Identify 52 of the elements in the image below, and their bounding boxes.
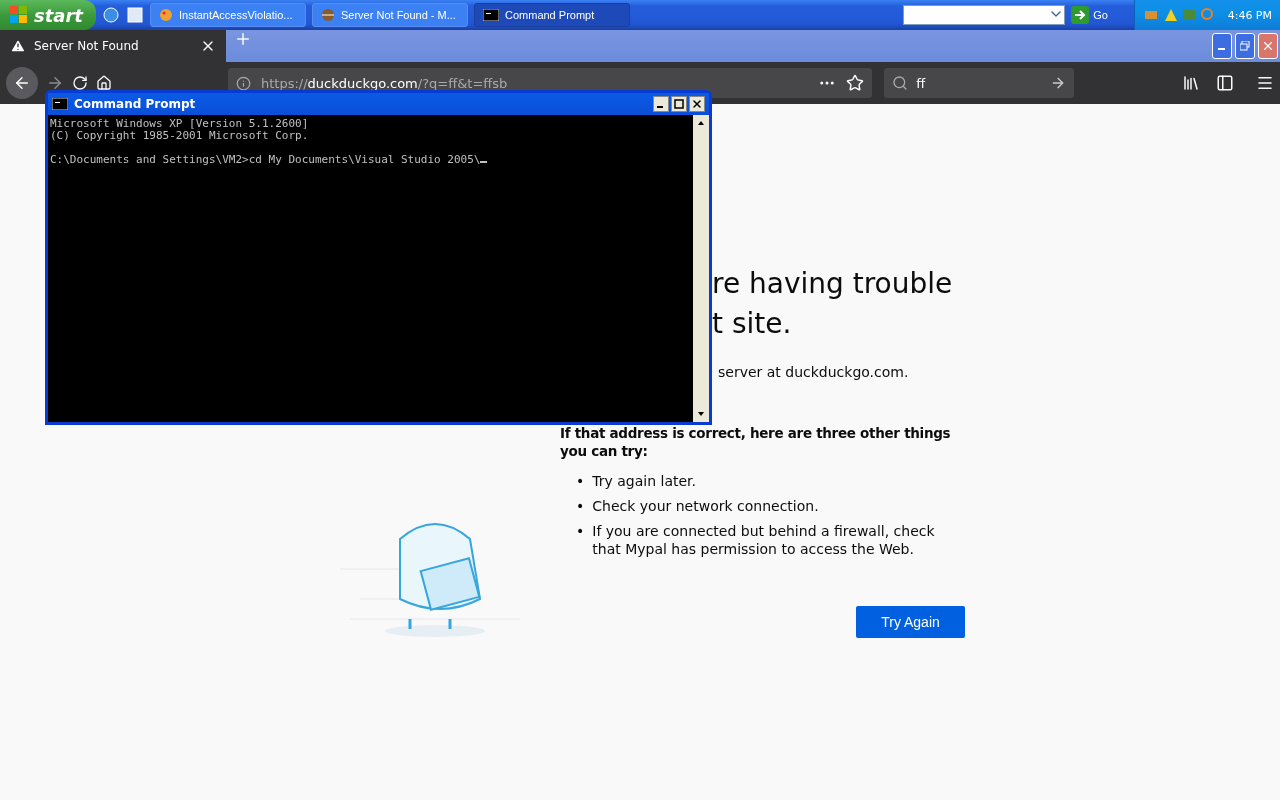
console-line: Microsoft Windows XP [Version 5.1.2600]: [50, 117, 309, 130]
address-field[interactable]: [903, 5, 1066, 25]
close-icon: [691, 98, 703, 110]
maximize-icon: [674, 99, 684, 109]
restore-icon: [1240, 41, 1250, 51]
search-field[interactable]: ff: [884, 68, 1074, 98]
tray-icons-drawing: [1143, 7, 1215, 23]
globe-icon: [321, 8, 335, 22]
error-heading: t site.: [712, 306, 792, 342]
error-heading: re having trouble: [712, 266, 953, 302]
console-icon: [52, 98, 68, 110]
browser-icon[interactable]: [126, 6, 144, 24]
bookmark-star-icon[interactable]: [846, 74, 865, 92]
start-button[interactable]: start: [0, 0, 96, 30]
suggestion-item: Check your network connection.: [592, 497, 819, 515]
palette-icon: [159, 8, 173, 22]
maximize-button[interactable]: [671, 96, 687, 112]
tab-title: Server Not Found: [34, 39, 139, 53]
warning-icon: [10, 38, 26, 54]
restore-button[interactable]: [1235, 33, 1255, 59]
bullet: •: [576, 497, 585, 515]
go-button[interactable]: Go: [1071, 6, 1128, 24]
clock: 4:46 PM: [1227, 8, 1272, 22]
close-icon: [1261, 39, 1275, 53]
reload-icon[interactable]: [71, 75, 88, 91]
home-icon[interactable]: [95, 75, 112, 91]
try-again-button[interactable]: Try Again: [856, 606, 965, 638]
close-button[interactable]: [689, 96, 705, 112]
taskbar-button[interactable]: InstantAccessViolatio...: [150, 3, 306, 27]
suggestion-item: If you are connected but behind a firewall, check that Mypal has permission to access the Web.: [592, 522, 936, 558]
library-icon[interactable]: [1182, 74, 1200, 92]
taskbar-button[interactable]: Server Not Found - M...: [312, 3, 468, 27]
console-icon: [483, 9, 499, 21]
error-detail: server at duckduckgo.com.: [718, 364, 909, 380]
windows-logo-icon: [10, 6, 28, 24]
minimize-button[interactable]: [653, 96, 669, 112]
globe-icon[interactable]: [102, 6, 120, 24]
search-icon: [892, 75, 909, 91]
taskbar-button[interactable]: Command Prompt: [474, 3, 630, 27]
suggestions-heading: If that address is correct, here are three other things you can try:: [560, 424, 952, 460]
console-line: C:\Documents and Settings\VM2>cd My Documents\Visual Studio 2005\: [50, 153, 481, 166]
sidebar-icon[interactable]: [1216, 74, 1234, 92]
back-button[interactable]: [6, 67, 38, 99]
cursor: [480, 161, 488, 163]
info-icon[interactable]: [235, 75, 251, 91]
suggestion-item: Try again later.: [592, 472, 696, 490]
browser-tab[interactable]: Server Not Found: [0, 30, 226, 62]
console-line: (C) Copyright 1985-2001 Microsoft Corp.: [50, 129, 309, 142]
bullet: •: [576, 472, 585, 490]
window-title: Command Prompt: [74, 97, 196, 111]
menu-icon[interactable]: [1256, 74, 1274, 92]
bullet: •: [576, 522, 585, 541]
